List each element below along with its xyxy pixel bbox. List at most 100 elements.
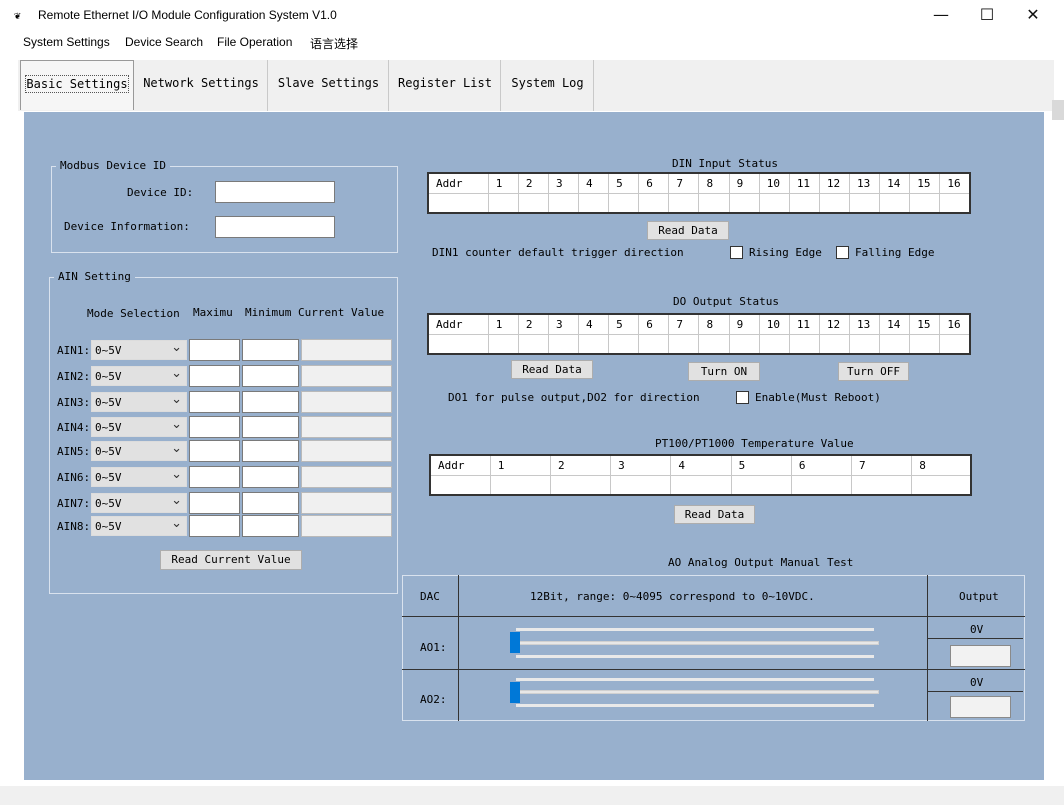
status-cell bbox=[549, 474, 612, 496]
column-header: Addr bbox=[427, 313, 489, 335]
ain-mode-value: 0~5V bbox=[95, 471, 122, 484]
status-cell bbox=[758, 333, 790, 355]
ain-mode-select[interactable]: 0~5V ⌄ bbox=[91, 467, 187, 487]
ain-mode-select[interactable]: 0~5V ⌄ bbox=[91, 366, 187, 386]
ain-min-input[interactable] bbox=[242, 391, 299, 413]
status-cell bbox=[427, 333, 489, 355]
ain-min-input[interactable] bbox=[242, 440, 299, 462]
ao1-slider-track[interactable] bbox=[512, 641, 879, 645]
status-cell bbox=[788, 192, 820, 214]
status-cell bbox=[578, 333, 610, 355]
window-title: Remote Ethernet I/O Module Configuration… bbox=[38, 8, 337, 22]
ain-min-input[interactable] bbox=[242, 416, 299, 438]
ain-current-value bbox=[301, 416, 392, 438]
close-icon[interactable]: ✕ bbox=[1010, 0, 1056, 32]
ao2-slider-tick bbox=[516, 678, 874, 681]
ain-max-input[interactable] bbox=[189, 515, 240, 537]
ain-min-input[interactable] bbox=[242, 492, 299, 514]
column-header: 9 bbox=[728, 172, 760, 194]
din-title: DIN Input Status bbox=[672, 157, 778, 170]
status-cell bbox=[547, 192, 580, 214]
menu-system-settings[interactable]: System Settings bbox=[23, 35, 110, 49]
ain-max-input[interactable] bbox=[189, 365, 240, 387]
device-id-input[interactable] bbox=[215, 181, 335, 203]
column-header: 13 bbox=[849, 313, 881, 335]
menu-language[interactable]: 语言选择 bbox=[310, 35, 358, 52]
tab-slave-settings[interactable]: Slave Settings bbox=[269, 60, 389, 111]
column-header: 14 bbox=[879, 172, 911, 194]
ain-mode-select[interactable]: 0~5V ⌄ bbox=[91, 340, 187, 360]
ao-divider bbox=[402, 616, 1025, 617]
tab-system-log[interactable]: System Log bbox=[502, 60, 594, 111]
ain-max-input[interactable] bbox=[189, 440, 240, 462]
status-strip bbox=[0, 786, 1064, 805]
ain-mode-select[interactable]: 0~5V ⌄ bbox=[91, 441, 187, 461]
ain-min-input[interactable] bbox=[242, 365, 299, 387]
scrollbar[interactable] bbox=[1052, 100, 1064, 120]
ain-min-input[interactable] bbox=[242, 339, 299, 361]
column-header: 16 bbox=[939, 313, 971, 335]
column-header: 12 bbox=[818, 172, 851, 194]
ain-current-value bbox=[301, 339, 392, 361]
tab-network-settings[interactable]: Network Settings bbox=[135, 60, 268, 111]
din-read-data-button[interactable]: Read Data bbox=[647, 221, 729, 240]
menu-device-search[interactable]: Device Search bbox=[125, 35, 203, 49]
turn-on-button[interactable]: Turn ON bbox=[688, 362, 760, 381]
device-info-input[interactable] bbox=[215, 216, 335, 238]
ao-divider bbox=[927, 691, 1023, 692]
read-current-value-button[interactable]: Read Current Value bbox=[160, 550, 302, 570]
ain-min-input[interactable] bbox=[242, 515, 299, 537]
tab-register-list[interactable]: Register List bbox=[390, 60, 501, 111]
rising-edge-checkbox[interactable] bbox=[730, 246, 743, 259]
ain-max-input[interactable] bbox=[189, 391, 240, 413]
ao-divider bbox=[402, 669, 1025, 670]
column-header: 2 bbox=[549, 454, 612, 476]
status-cell bbox=[939, 333, 971, 355]
modbus-device-id-group bbox=[51, 166, 398, 253]
ain-mode-select[interactable]: 0~5V ⌄ bbox=[91, 493, 187, 513]
ain-current-value bbox=[301, 515, 392, 537]
ain-mode-select[interactable]: 0~5V ⌄ bbox=[91, 417, 187, 437]
ain-mode-value: 0~5V bbox=[95, 520, 122, 533]
status-cell bbox=[487, 333, 519, 355]
column-header: 15 bbox=[909, 313, 941, 335]
status-cell bbox=[608, 333, 640, 355]
column-header: 2 bbox=[517, 313, 549, 335]
status-cell bbox=[788, 333, 820, 355]
chevron-down-icon: ⌄ bbox=[171, 441, 182, 456]
do-read-data-button[interactable]: Read Data bbox=[511, 360, 593, 379]
ao1-output-value: 0V bbox=[970, 623, 984, 636]
ain-mode-select[interactable]: 0~5V ⌄ bbox=[91, 392, 187, 412]
ao2-output-input[interactable] bbox=[950, 696, 1011, 718]
tab-basic-settings[interactable]: Basic Settings bbox=[20, 60, 134, 110]
ain-max-input[interactable] bbox=[189, 339, 240, 361]
ain-current-value bbox=[301, 492, 392, 514]
ain-mode-select[interactable]: 0~5V ⌄ bbox=[91, 516, 187, 536]
status-cell bbox=[610, 474, 672, 496]
enable-reboot-checkbox[interactable] bbox=[736, 391, 749, 404]
pt100-read-data-button[interactable]: Read Data bbox=[674, 505, 755, 524]
falling-edge-checkbox[interactable] bbox=[836, 246, 849, 259]
status-cell bbox=[849, 333, 881, 355]
ao1-output-input[interactable] bbox=[950, 645, 1011, 667]
column-header: 11 bbox=[788, 172, 820, 194]
do-pulse-text: DO1 for pulse output,DO2 for direction bbox=[448, 391, 700, 404]
maximize-icon[interactable]: ☐ bbox=[964, 0, 1010, 32]
column-header: 14 bbox=[879, 313, 911, 335]
ao2-slider-track[interactable] bbox=[512, 690, 879, 694]
ain-row-label: AIN3: bbox=[57, 396, 91, 409]
ao2-slider-thumb[interactable] bbox=[510, 682, 520, 703]
column-header: 7 bbox=[851, 454, 913, 476]
menu-file-operation[interactable]: File Operation bbox=[217, 35, 292, 49]
ain-min-input[interactable] bbox=[242, 466, 299, 488]
ain-header-current: Current Value bbox=[298, 306, 385, 319]
ao1-slider-thumb[interactable] bbox=[510, 632, 520, 653]
turn-off-button[interactable]: Turn OFF bbox=[838, 362, 909, 381]
column-header: 5 bbox=[608, 172, 640, 194]
ain-max-input[interactable] bbox=[189, 416, 240, 438]
ain-max-input[interactable] bbox=[189, 492, 240, 514]
ain-max-input[interactable] bbox=[189, 466, 240, 488]
status-cell bbox=[608, 192, 640, 214]
minimize-icon[interactable]: — bbox=[918, 0, 964, 32]
ain-row-label: AIN2: bbox=[57, 370, 91, 383]
